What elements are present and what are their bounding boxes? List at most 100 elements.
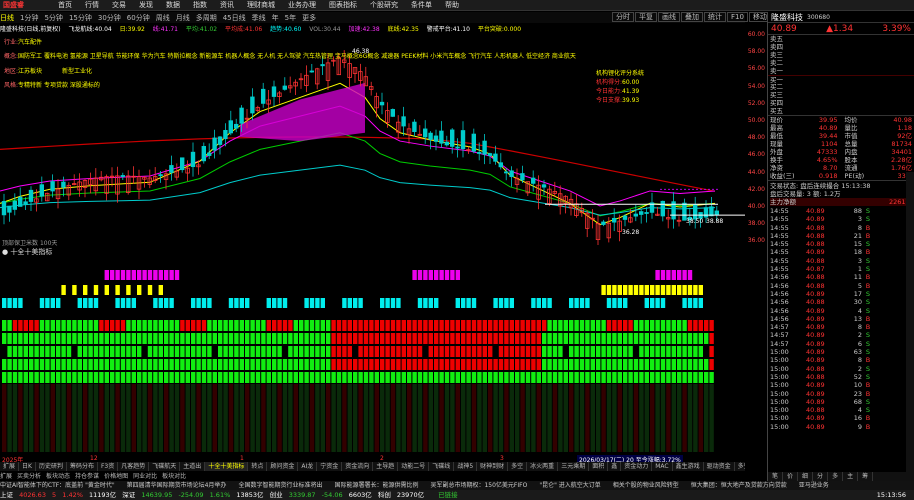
period-item[interactable]: 45日线 [223, 13, 246, 23]
toolbar-button[interactable]: 平复 [635, 12, 657, 22]
period-item[interactable]: 30分钟 [98, 13, 121, 23]
indicator-tab[interactable]: 扩展 [0, 462, 20, 471]
indicator-block [315, 333, 320, 344]
indicator-tab[interactable]: MAC [652, 462, 673, 471]
toolbar-button[interactable]: 统计 [704, 12, 726, 22]
period-item[interactable]: 季线 [252, 13, 266, 23]
right-tab[interactable]: 多 [828, 472, 844, 481]
analysis-tab[interactable]: 买卖分析 [17, 473, 41, 480]
indicator-tab[interactable]: AI龙 [298, 462, 318, 471]
menu-item[interactable]: 资讯 [220, 0, 234, 10]
toolbar-button[interactable]: 画线 [658, 12, 680, 22]
toolbar-button[interactable]: F10 [727, 12, 748, 22]
candlestick-chart[interactable] [0, 33, 745, 245]
right-tab[interactable]: 细 [798, 472, 814, 481]
menu-item[interactable]: 交易 [112, 0, 126, 10]
news-item[interactable]: 相关个股的物业风险转型 [613, 482, 679, 489]
right-tab[interactable]: 主 [843, 472, 859, 481]
trade-side: B [865, 323, 871, 332]
analysis-tab[interactable]: 同业对比 [133, 473, 157, 480]
indicator-block [61, 333, 66, 344]
indicator-tab[interactable]: 三元乘期 [558, 462, 590, 471]
indicator-tab[interactable]: 日K [19, 462, 36, 471]
news-item[interactable]: 恒大集团：恒大地产及贷款方向贷款 [691, 482, 787, 489]
menu-item[interactable]: 首页 [58, 0, 72, 10]
period-item[interactable]: 多周期 [196, 13, 217, 23]
period-item[interactable]: 更多 [302, 13, 316, 23]
indicator-tab[interactable]: 顾问资金 [267, 462, 299, 471]
menu-item[interactable]: 行情 [85, 0, 99, 10]
menu-item[interactable]: 帮助 [445, 0, 459, 10]
menu-item[interactable]: 业务办理 [288, 0, 316, 10]
period-item[interactable]: 60分钟 [127, 13, 150, 23]
indicator-tab[interactable]: 战神5 [454, 462, 478, 471]
news-item[interactable]: 吴军副总市场期权：150亿美元FIFO [430, 482, 527, 489]
menu-item[interactable]: 图表指标 [329, 0, 357, 10]
indicator-chart[interactable] [0, 256, 745, 454]
trade-price: 40.88 [806, 372, 825, 381]
right-tab[interactable]: 笔 [768, 472, 784, 481]
indicator-tab[interactable]: 鑫 [608, 462, 622, 471]
period-item[interactable]: 15分钟 [69, 13, 92, 23]
indicator-tab[interactable]: 转点 [248, 462, 268, 471]
indicator-bg [207, 384, 212, 452]
indicator-tab[interactable]: 十全十美指标 [205, 462, 249, 471]
indicator-tab[interactable]: 动能二号 [398, 462, 430, 471]
indicator-tab[interactable]: 宁资金 [317, 462, 343, 471]
scrollbar[interactable] [906, 172, 914, 472]
analysis-tab[interactable]: 板块对比 [162, 473, 186, 480]
indicator-tab[interactable]: 多空庄 [735, 462, 745, 471]
indicator-tab[interactable]: 鑫生游戏 [673, 462, 704, 471]
menu-item[interactable]: 发现 [139, 0, 153, 10]
indicator-block [99, 372, 104, 383]
menu-item[interactable]: 理财商城 [247, 0, 275, 10]
date-axis: 2025年 12 1 2 3 2026/03/17(二) 20 至今涨幅:3.7… [0, 455, 745, 464]
indicator-tab[interactable]: 冰火两重 [527, 462, 559, 471]
right-tab[interactable]: 价 [783, 472, 799, 481]
indicator-tab[interactable]: F3资 [98, 462, 119, 471]
menu-item[interactable]: 条件单 [411, 0, 432, 10]
indicator-tab[interactable]: 主道出 [180, 462, 206, 471]
indicator-bg [39, 384, 45, 452]
menu-item[interactable]: 指数 [193, 0, 207, 10]
analysis-tab[interactable]: 板块动态 [46, 473, 70, 480]
news-item[interactable]: 亚马逊业务 [799, 482, 829, 489]
news-item[interactable]: "昆仑" 进入航空大订单 [539, 482, 600, 489]
indicator-tab[interactable]: 主导趋 [373, 462, 399, 471]
indicator-block [169, 359, 174, 370]
analysis-tab[interactable]: 扩展 [0, 473, 12, 480]
menu-item[interactable]: 个股研究 [370, 0, 398, 10]
indicator-tab[interactable]: 资金流向 [342, 462, 374, 471]
period-item[interactable]: 5分钟 [44, 13, 62, 23]
news-item[interactable]: 第四届清华国际期货市场论坛4月举办 [127, 482, 227, 489]
indicator-block [336, 346, 342, 357]
indicator-tab[interactable]: 筹码分布 [67, 462, 98, 471]
indicator-bg [120, 384, 126, 452]
toolbar-button[interactable]: 分时 [612, 12, 634, 22]
news-item[interactable]: 国际能源署署长：能源供需比例 [334, 482, 418, 489]
toolbar-button[interactable]: 叠加 [681, 12, 703, 22]
analysis-tab[interactable]: 价格地图 [104, 473, 128, 480]
period-item[interactable]: 5年 [285, 13, 296, 23]
trade-row: 14:55 40.88 21 B [768, 232, 914, 240]
period-item[interactable]: 日线 [0, 13, 14, 23]
news-item[interactable]: 全国数字智能期货行业标准将出 [238, 482, 322, 489]
period-item[interactable]: 1分钟 [20, 13, 38, 23]
indicator-tab[interactable]: 飞碟航天 [149, 462, 181, 471]
news-item[interactable]: 中证AI智能体下的CTF：底盖前 "黄金时代" [0, 482, 115, 489]
period-item[interactable]: 周线 [156, 13, 170, 23]
indicator-tab[interactable]: 驱动资金 [704, 462, 735, 471]
analysis-tab[interactable]: 持仓参谋 [75, 473, 99, 480]
indicator-tab[interactable]: 面积 [589, 462, 609, 471]
indicator-tab[interactable]: 财神到财 [477, 462, 509, 471]
indicator-tab[interactable]: 飞碟线 [429, 462, 455, 471]
indicator-tab[interactable]: 历史研判 [36, 462, 67, 471]
indicator-tab[interactable]: 凡客趋势 [118, 462, 150, 471]
right-tab[interactable]: 分 [813, 472, 829, 481]
period-item[interactable]: 年 [272, 13, 279, 23]
indicator-tab[interactable]: 资金动力 [621, 462, 653, 471]
right-tab[interactable]: 筹 [858, 472, 874, 481]
indicator-tab[interactable]: 多空 [508, 462, 528, 471]
menu-item[interactable]: 数据 [166, 0, 180, 10]
period-item[interactable]: 月线 [176, 13, 190, 23]
